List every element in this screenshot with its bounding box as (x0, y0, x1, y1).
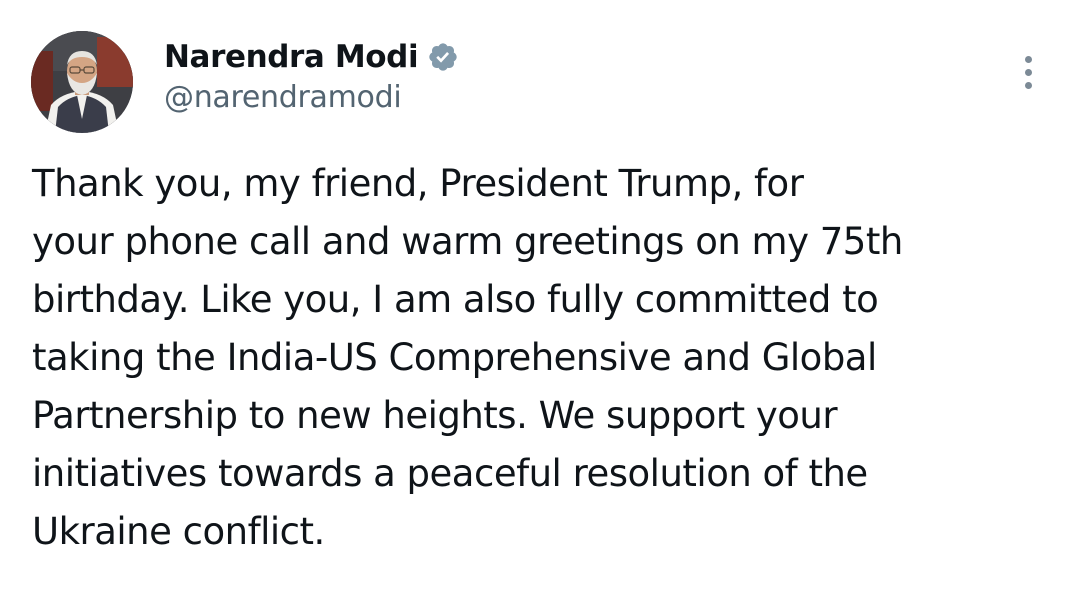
more-options-icon[interactable] (1014, 54, 1044, 94)
tweet-text-line: Ukraine conflict. (32, 510, 325, 553)
more-dot (1025, 69, 1032, 76)
display-name[interactable]: Narendra Modi (164, 39, 419, 75)
name-row: Narendra Modi (164, 34, 459, 80)
tweet-text-line: birthday. Like you, I am also fully comm… (32, 278, 879, 321)
tweet-text-line: Partnership to new heights. We support y… (32, 394, 838, 437)
tweet-header: Narendra Modi @narendramodi (164, 34, 459, 115)
tweet-text-line: initiatives towards a peaceful resolutio… (32, 452, 868, 495)
avatar[interactable] (31, 31, 133, 133)
verified-badge-icon[interactable] (427, 41, 459, 73)
more-dot (1025, 82, 1032, 89)
more-dot (1025, 56, 1032, 63)
tweet-text-line: taking the India-US Comprehensive and Gl… (32, 336, 877, 379)
user-handle[interactable]: @narendramodi (164, 80, 459, 115)
tweet-text-line: Thank you, my friend, President Trump, f… (32, 162, 804, 205)
tweet-text: Thank you, my friend, President Trump, f… (32, 155, 1042, 561)
tweet-text-line: your phone call and warm greetings on my… (32, 220, 903, 263)
profile-photo (31, 31, 133, 133)
tweet-card: Narendra Modi @narendramodi Thank you, m… (0, 0, 1080, 589)
